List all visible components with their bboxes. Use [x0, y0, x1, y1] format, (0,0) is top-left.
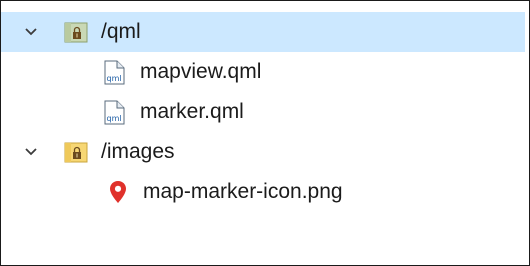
qml-badge-text: qml: [107, 74, 122, 83]
folder-icon: [64, 22, 88, 43]
map-marker-icon: [110, 181, 126, 203]
file-label: marker.qml: [140, 100, 244, 123]
tree-node-images-folder[interactable]: /images: [1, 132, 525, 172]
chevron-down-icon[interactable]: [23, 24, 39, 40]
folder-icon: [64, 142, 88, 163]
chevron-down-icon[interactable]: [23, 144, 39, 160]
folder-label: /qml: [101, 20, 141, 43]
tree-node-mapview-qml[interactable]: qml mapview.qml: [1, 52, 525, 92]
file-label: mapview.qml: [140, 60, 262, 83]
tree-node-map-marker-png[interactable]: map-marker-icon.png: [1, 172, 525, 212]
tree-node-marker-qml[interactable]: qml marker.qml: [1, 92, 525, 132]
tree-node-qml-folder[interactable]: /qml: [1, 12, 525, 52]
project-tree-panel: /qml qml mapview.qml qml marker.qml /ima…: [0, 0, 530, 266]
qml-file-icon: qml: [104, 100, 125, 125]
qml-badge-text: qml: [107, 114, 122, 123]
folder-label: /images: [101, 140, 175, 163]
file-label: map-marker-icon.png: [143, 180, 343, 203]
qml-file-icon: qml: [104, 60, 125, 85]
